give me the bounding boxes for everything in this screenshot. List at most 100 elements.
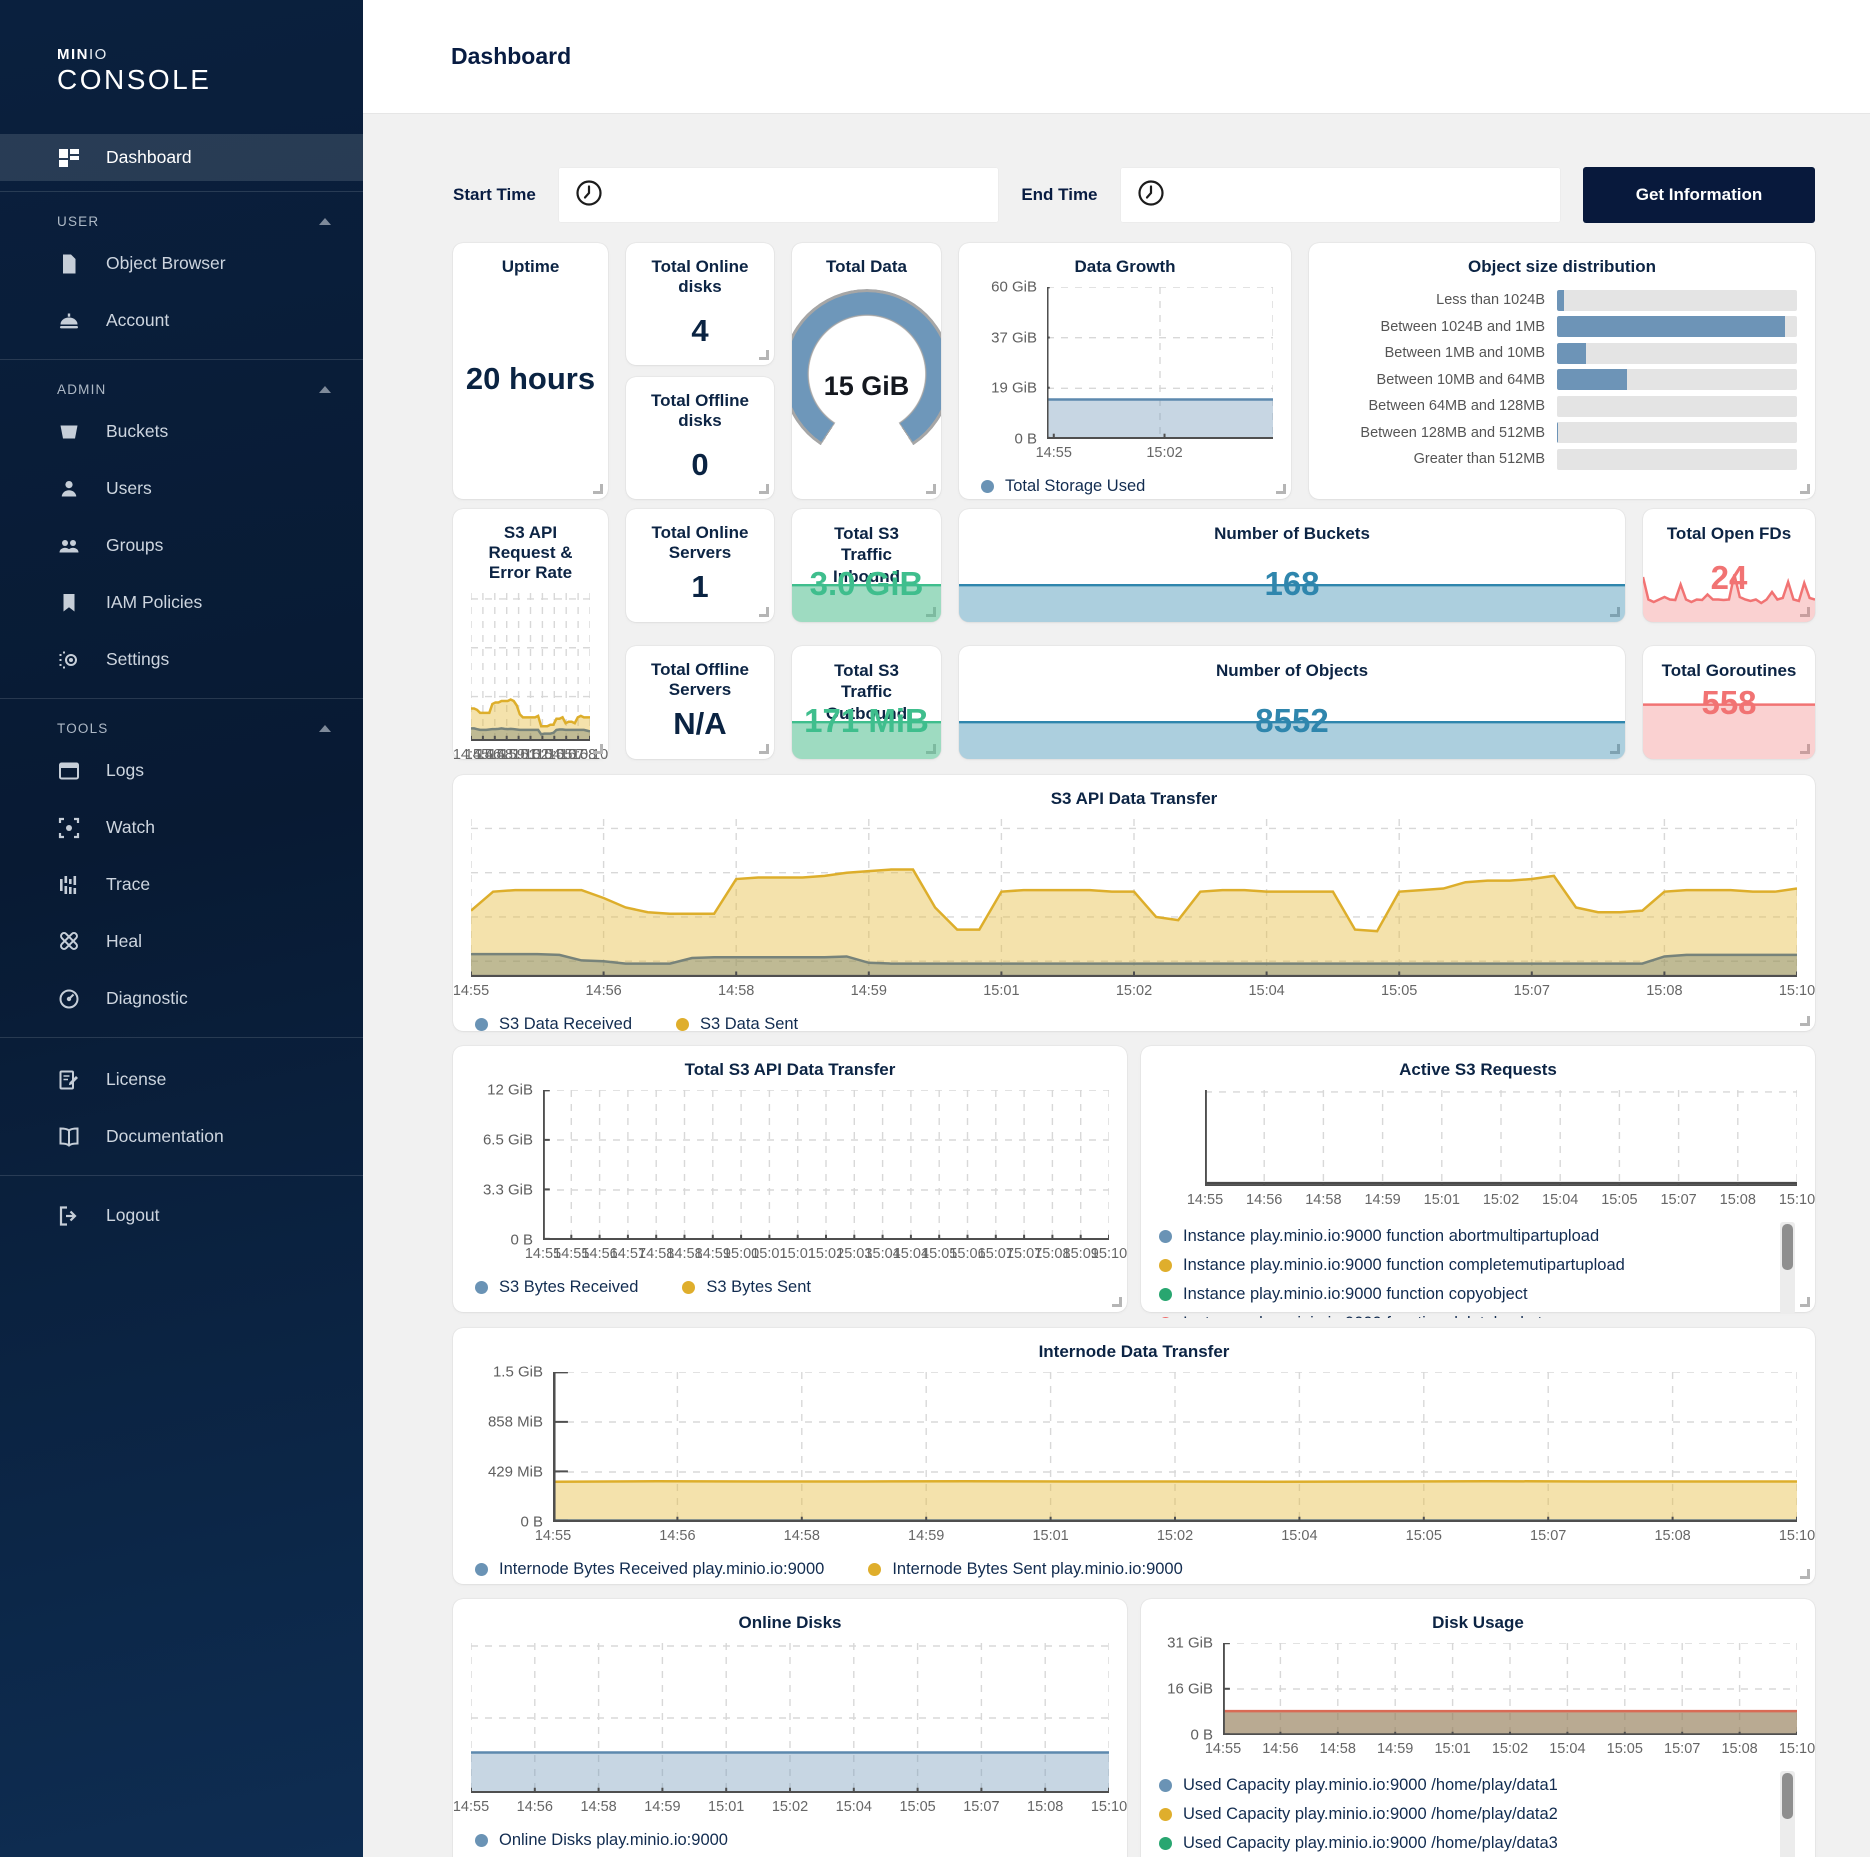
- main-area: Dashboard Start Time End Time Get Inform…: [363, 0, 1870, 1857]
- total-offline-servers-card: Total Offline Servers N/A: [626, 646, 774, 759]
- bar-track: [1557, 290, 1797, 311]
- size-distribution-row: Between 1024B and 1MB: [1327, 314, 1797, 341]
- sidebar-item-heal[interactable]: Heal: [0, 918, 363, 965]
- size-distribution-row: Between 10MB and 64MB: [1327, 367, 1797, 394]
- sidebar-item-label: License: [106, 1069, 166, 1090]
- sidebar-section-tools[interactable]: TOOLS: [0, 699, 363, 742]
- legend-dot-icon: [1159, 1837, 1172, 1850]
- sidebar-item-label: Dashboard: [106, 147, 192, 168]
- s3-traffic-outbound-card: Total S3 Traffic Outbound 171 MiB: [792, 646, 941, 759]
- legend-dot-icon: [1159, 1259, 1172, 1272]
- resize-corner-icon[interactable]: [1276, 484, 1286, 494]
- bar-fill: [1557, 369, 1627, 390]
- sidebar-item-diagnostic[interactable]: Diagnostic: [0, 975, 363, 1022]
- sidebar-item-logout[interactable]: Logout: [0, 1192, 363, 1239]
- sidebar-item-dashboard[interactable]: Dashboard: [0, 134, 363, 181]
- disk-usage-card: Disk Usage 31 GiB16 GiB0 B14:5514:5614:5…: [1141, 1599, 1815, 1857]
- resize-corner-icon[interactable]: [759, 607, 769, 617]
- bar-track: [1557, 422, 1797, 443]
- number-of-objects-card: Number of Objects 8552: [959, 646, 1625, 759]
- resize-corner-icon[interactable]: [593, 484, 603, 494]
- bar-label: Between 1024B and 1MB: [1327, 319, 1557, 335]
- sidebar-item-groups[interactable]: Groups: [0, 522, 363, 569]
- book-icon: [57, 1126, 81, 1148]
- get-information-button[interactable]: Get Information: [1583, 167, 1815, 223]
- uptime-value: 20 hours: [453, 361, 608, 397]
- sidebar-item-watch[interactable]: Watch: [0, 804, 363, 851]
- sidebar-item-license[interactable]: License: [0, 1056, 363, 1103]
- sidebar-item-iam-policies[interactable]: IAM Policies: [0, 579, 363, 626]
- scrollbar-thumb[interactable]: [1782, 1224, 1793, 1270]
- clock-icon: [1136, 178, 1166, 213]
- resize-corner-icon[interactable]: [1800, 1569, 1810, 1579]
- total-data-value: 15 GiB: [792, 371, 941, 402]
- s3-api-request-error-rate-chart: 14:5514:5614:5814:5915:0115:0215:0415:05…: [471, 593, 590, 798]
- resize-corner-icon[interactable]: [1800, 484, 1810, 494]
- resize-corner-icon[interactable]: [1800, 1016, 1810, 1026]
- legend-item: S3 Bytes Sent: [682, 1278, 811, 1297]
- sidebar-item-settings[interactable]: Settings: [0, 636, 363, 683]
- resize-corner-icon[interactable]: [926, 484, 936, 494]
- sidebar-item-label: Watch: [106, 817, 155, 838]
- bar-label: Between 64MB and 128MB: [1327, 398, 1557, 414]
- legend-scrollbar[interactable]: [1780, 1222, 1795, 1314]
- gear-icon: [57, 649, 81, 671]
- sidebar-item-object-browser[interactable]: Object Browser: [0, 240, 363, 287]
- license-icon: [57, 1069, 81, 1091]
- legend-item: Internode Bytes Sent play.minio.io:9000: [868, 1560, 1182, 1579]
- s3-api-data-transfer-chart: 14:5514:5614:5814:5915:0115:0215:0415:05…: [471, 819, 1797, 1034]
- total-open-fds-card: Total Open FDs 24: [1643, 509, 1815, 622]
- chevron-up-icon[interactable]: [319, 386, 331, 393]
- data-growth-card: Data Growth 60 GiB37 GiB19 GiB0 B14:5515…: [959, 243, 1291, 499]
- dashboard-content: Start Time End Time Get Information Upti…: [363, 113, 1870, 1857]
- scrollbar-thumb[interactable]: [1782, 1773, 1793, 1819]
- legend-item: Instance play.minio.io:9000 function com…: [1159, 1251, 1767, 1280]
- sidebar-item-account[interactable]: Account: [0, 297, 363, 344]
- sidebar-item-trace[interactable]: Trace: [0, 861, 363, 908]
- legend-dot-icon: [676, 1018, 689, 1031]
- logo-io: IO: [89, 46, 108, 63]
- bar-label: Between 128MB and 512MB: [1327, 425, 1557, 441]
- dashboard-icon: [57, 147, 81, 169]
- bar-track: [1557, 369, 1797, 390]
- sidebar-item-buckets[interactable]: Buckets: [0, 408, 363, 455]
- resize-corner-icon[interactable]: [1800, 1297, 1810, 1307]
- total-s3-api-data-transfer-card: Total S3 API Data Transfer 12 GiB6.5 GiB…: [453, 1046, 1127, 1312]
- sidebar-divider: [0, 1037, 363, 1038]
- sidebar-item-documentation[interactable]: Documentation: [0, 1113, 363, 1160]
- end-time-label: End Time: [1021, 185, 1097, 205]
- size-distribution-row: Between 1MB and 10MB: [1327, 340, 1797, 367]
- chevron-up-icon[interactable]: [319, 218, 331, 225]
- page-header: Dashboard: [363, 0, 1870, 113]
- legend-label: Instance play.minio.io:9000 function cop…: [1183, 1285, 1528, 1304]
- end-time-input[interactable]: [1120, 167, 1561, 223]
- resize-corner-icon[interactable]: [759, 484, 769, 494]
- resize-corner-icon[interactable]: [759, 350, 769, 360]
- bar-label: Between 10MB and 64MB: [1327, 372, 1557, 388]
- resize-corner-icon[interactable]: [759, 744, 769, 754]
- sidebar-item-label: Diagnostic: [106, 988, 188, 1009]
- total-goroutines-card: Total Goroutines 558: [1643, 646, 1815, 759]
- chevron-up-icon[interactable]: [319, 725, 331, 732]
- charts-row-2: Total S3 API Data Transfer 12 GiB6.5 GiB…: [453, 1046, 1815, 1312]
- sidebar-item-label: Trace: [106, 874, 150, 895]
- sidebar-divider: [0, 1175, 363, 1176]
- sidebar-item-logs[interactable]: Logs: [0, 747, 363, 794]
- resize-corner-icon[interactable]: [593, 744, 603, 754]
- legend-dot-icon: [1159, 1779, 1172, 1792]
- sidebar: MINIO CONSOLE Dashboard USER Object Brow…: [0, 0, 363, 1857]
- sidebar-item-users[interactable]: Users: [0, 465, 363, 512]
- legend-item: S3 Bytes Received: [475, 1278, 638, 1297]
- legend-item: Total Storage Used: [981, 477, 1145, 496]
- online-servers-value: 1: [626, 569, 774, 605]
- clock-icon: [574, 178, 604, 213]
- start-time-input[interactable]: [558, 167, 999, 223]
- sidebar-item-label: Groups: [106, 535, 163, 556]
- legend-scrollbar[interactable]: [1780, 1771, 1795, 1857]
- legend-dot-icon: [475, 1834, 488, 1847]
- sidebar-section-user[interactable]: USER: [0, 192, 363, 235]
- online-disks-card: Online Disks 14:5514:5614:5814:5915:0115…: [453, 1599, 1127, 1857]
- sidebar-section-admin[interactable]: ADMIN: [0, 360, 363, 403]
- data-growth-chart: 60 GiB37 GiB19 GiB0 B14:5515:02Total Sto…: [977, 287, 1273, 496]
- resize-corner-icon[interactable]: [1112, 1297, 1122, 1307]
